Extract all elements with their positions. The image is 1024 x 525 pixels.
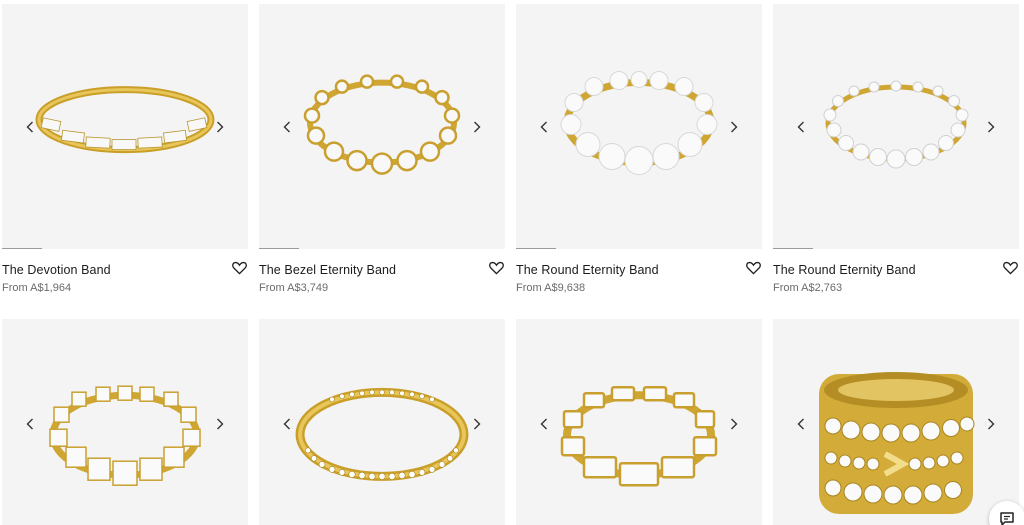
heart-icon[interactable] xyxy=(1003,261,1018,275)
product-info: The Bezel Eternity Band From A$3,749 xyxy=(259,249,505,295)
product-info: The Devotion Band From A$1,964 xyxy=(2,249,248,295)
product-image-carousel[interactable] xyxy=(773,4,1019,249)
product-info: The Round Eternity Band From A$9,638 xyxy=(516,249,762,295)
product-card[interactable]: The Devotion Band From A$1,964 xyxy=(2,4,248,295)
product-image-carousel[interactable] xyxy=(259,319,505,525)
product-card[interactable]: The Round Eternity Band From A$9,638 xyxy=(516,4,762,295)
chevron-left-icon[interactable] xyxy=(277,117,297,137)
product-image-carousel[interactable] xyxy=(2,4,248,249)
chevron-right-icon[interactable] xyxy=(467,117,487,137)
product-card[interactable] xyxy=(773,319,1024,525)
ring-image xyxy=(35,85,215,153)
product-info: The Round Eternity Band From A$2,763 xyxy=(773,249,1019,295)
product-image-carousel[interactable] xyxy=(259,4,505,249)
product-image-carousel[interactable] xyxy=(2,319,248,525)
ring-image xyxy=(823,80,969,168)
product-price: From A$3,749 xyxy=(259,282,329,294)
chat-icon xyxy=(1000,512,1014,525)
chevron-right-icon[interactable] xyxy=(981,117,1001,137)
chevron-right-icon[interactable] xyxy=(467,414,487,434)
chevron-left-icon[interactable] xyxy=(791,117,811,137)
heart-icon[interactable] xyxy=(746,261,761,275)
product-card[interactable]: The Round Eternity Band From A$2,763 xyxy=(773,4,1019,295)
ring-image xyxy=(303,73,461,175)
product-card[interactable] xyxy=(259,319,505,525)
product-price: From A$9,638 xyxy=(516,282,586,294)
chevron-right-icon[interactable] xyxy=(210,117,230,137)
chat-button[interactable] xyxy=(989,501,1024,525)
product-card[interactable] xyxy=(516,319,762,525)
ring-image xyxy=(49,385,201,486)
product-title[interactable]: The Devotion Band xyxy=(2,263,248,277)
chevron-left-icon[interactable] xyxy=(791,414,811,434)
product-grid: The Devotion Band From A$1,964 The Bezel… xyxy=(2,4,1024,525)
product-title[interactable]: The Bezel Eternity Band xyxy=(259,263,505,277)
ring-image xyxy=(560,385,718,487)
ring-stack-image xyxy=(819,372,975,514)
product-image-carousel[interactable] xyxy=(773,319,1019,525)
chevron-right-icon[interactable] xyxy=(724,117,744,137)
chevron-right-icon[interactable] xyxy=(210,414,230,434)
chevron-left-icon[interactable] xyxy=(20,414,40,434)
ring-image xyxy=(295,387,469,481)
ring-image xyxy=(560,70,718,175)
heart-icon[interactable] xyxy=(489,261,504,275)
chevron-left-icon[interactable] xyxy=(534,414,554,434)
product-card[interactable]: The Bezel Eternity Band From A$3,749 xyxy=(259,4,505,295)
product-title[interactable]: The Round Eternity Band xyxy=(516,263,762,277)
chevron-left-icon[interactable] xyxy=(534,117,554,137)
product-image-carousel[interactable] xyxy=(516,319,762,525)
product-price: From A$1,964 xyxy=(2,282,72,294)
product-image-carousel[interactable] xyxy=(516,4,762,249)
product-card[interactable] xyxy=(2,319,248,525)
product-row: The Devotion Band From A$1,964 The Bezel… xyxy=(2,4,1022,295)
chevron-right-icon[interactable] xyxy=(981,414,1001,434)
product-price: From A$2,763 xyxy=(773,282,843,294)
product-title[interactable]: The Round Eternity Band xyxy=(773,263,1019,277)
heart-icon[interactable] xyxy=(232,261,247,275)
product-row xyxy=(2,319,1024,525)
chevron-right-icon[interactable] xyxy=(724,414,744,434)
